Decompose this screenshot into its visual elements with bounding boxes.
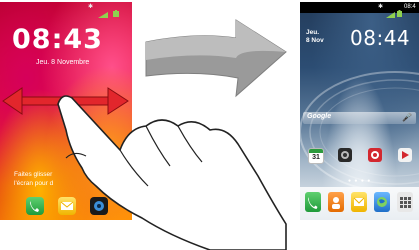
right-arrow (145, 19, 287, 98)
overlay-graphics (2, 19, 287, 250)
hand-icon (57, 95, 287, 250)
